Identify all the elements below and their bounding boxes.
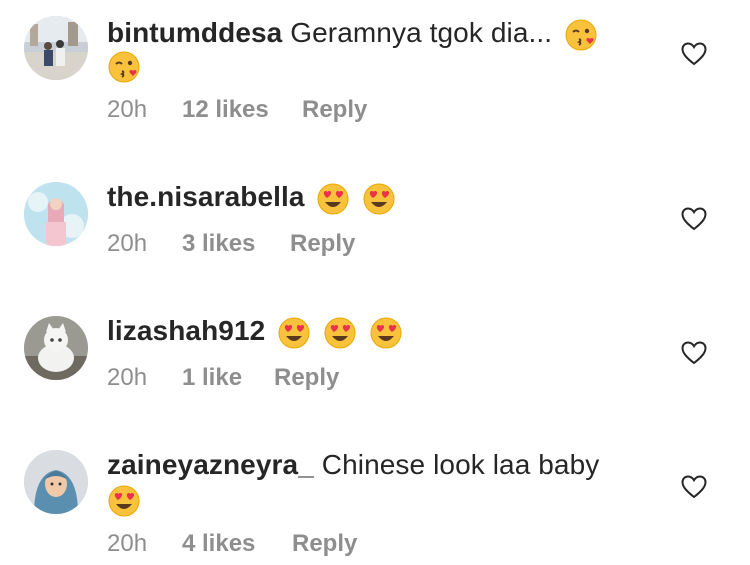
comment-time: 20h bbox=[107, 364, 148, 391]
heart-eyes-emoji bbox=[323, 316, 357, 350]
comment-text-line: lizashah912 bbox=[107, 314, 667, 350]
comment-text: Geramnya tgok dia... bbox=[290, 17, 553, 48]
heart-outline-icon[interactable] bbox=[681, 42, 707, 66]
reply-button[interactable]: Reply bbox=[292, 530, 357, 558]
comment-likes[interactable]: 1 like bbox=[182, 364, 242, 392]
heart-eyes-emoji bbox=[369, 316, 403, 350]
avatar[interactable] bbox=[24, 182, 88, 246]
kissing-wink-emoji bbox=[107, 50, 141, 84]
heart-outline-icon[interactable] bbox=[681, 207, 707, 231]
heart-eyes-emoji bbox=[362, 182, 396, 216]
heart-eyes-emoji bbox=[277, 316, 311, 350]
comment-text-line-2 bbox=[107, 48, 667, 84]
comment-username[interactable]: zaineyazneyra_ bbox=[107, 449, 314, 480]
comment-username[interactable]: bintumddesa bbox=[107, 17, 282, 48]
comment-text-line-2 bbox=[107, 482, 667, 518]
reply-button[interactable]: Reply bbox=[274, 364, 339, 392]
comment-time: 20h bbox=[107, 230, 148, 257]
heart-outline-icon[interactable] bbox=[681, 341, 707, 365]
reply-button[interactable]: Reply bbox=[290, 230, 355, 258]
comment-username[interactable]: lizashah912 bbox=[107, 315, 265, 346]
kissing-wink-emoji bbox=[564, 18, 598, 52]
comment-username[interactable]: the.nisarabella bbox=[107, 181, 305, 212]
heart-eyes-emoji bbox=[316, 182, 350, 216]
reply-button[interactable]: Reply bbox=[302, 96, 367, 124]
comment-time: 20h bbox=[107, 96, 148, 123]
comment-time: 20h bbox=[107, 530, 148, 557]
heart-outline-icon[interactable] bbox=[681, 475, 707, 499]
comment-text-line: bintumddesa Geramnya tgok dia... bbox=[107, 16, 667, 52]
avatar[interactable] bbox=[24, 450, 88, 514]
comment-text-line: the.nisarabella bbox=[107, 180, 667, 216]
comment-text: Chinese look laa baby bbox=[321, 449, 600, 480]
avatar[interactable] bbox=[24, 316, 88, 380]
heart-eyes-emoji bbox=[107, 484, 141, 518]
comment-likes[interactable]: 3 likes bbox=[182, 230, 255, 258]
avatar[interactable] bbox=[24, 16, 88, 80]
comment-likes[interactable]: 12 likes bbox=[182, 96, 269, 124]
comment-likes[interactable]: 4 likes bbox=[182, 530, 255, 558]
comment-text-line: zaineyazneyra_ Chinese look laa baby bbox=[107, 448, 667, 482]
